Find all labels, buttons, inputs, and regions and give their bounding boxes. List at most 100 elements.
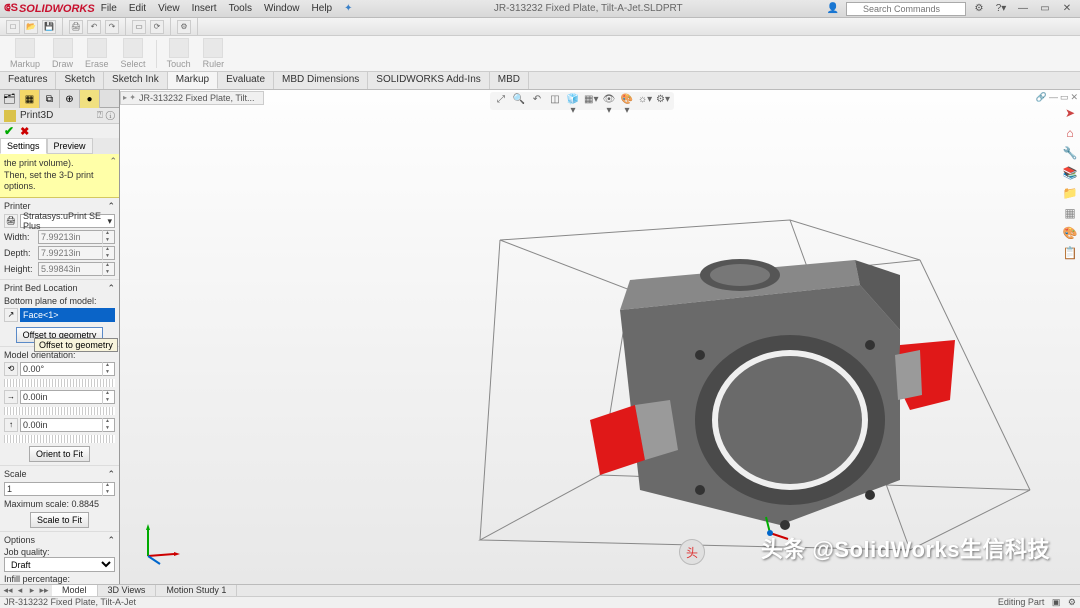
- display-style-icon[interactable]: ▦▾: [584, 94, 598, 108]
- height-input[interactable]: 5.99843in▲▼: [38, 262, 115, 276]
- design-lib-icon[interactable]: 📚: [1062, 166, 1078, 182]
- undo-icon[interactable]: ↶: [87, 20, 101, 34]
- zoom-fit-icon[interactable]: ⤢: [494, 94, 508, 108]
- rebuild-icon[interactable]: ⟳: [150, 20, 164, 34]
- ribbon-markup[interactable]: Markup: [6, 38, 44, 69]
- subtab-settings[interactable]: Settings: [0, 138, 47, 154]
- pm-tab-dimxpert-icon[interactable]: ⊕: [60, 90, 80, 108]
- menu-edit[interactable]: Edit: [129, 3, 146, 14]
- printer-select[interactable]: Stratasys:uPrint SE Plus▾: [20, 214, 115, 228]
- ribbon-ruler[interactable]: Ruler: [199, 38, 229, 69]
- tab-features[interactable]: Features: [0, 72, 56, 89]
- cancel-button[interactable]: ✖: [20, 125, 29, 138]
- ribbon-erase[interactable]: Erase: [81, 38, 113, 69]
- ok-button[interactable]: ✔: [4, 124, 14, 138]
- search-input[interactable]: [846, 2, 966, 16]
- open-icon[interactable]: 📂: [24, 20, 38, 34]
- ribbon-select[interactable]: Select: [117, 38, 150, 69]
- print-icon[interactable]: 🖨: [69, 20, 83, 34]
- angle-slider[interactable]: [4, 379, 115, 387]
- collapse-icon[interactable]: ⌃: [109, 156, 117, 168]
- menu-tools[interactable]: Tools: [229, 3, 252, 14]
- tab-3d-views[interactable]: 3D Views: [98, 585, 157, 596]
- menu-insert[interactable]: Insert: [192, 3, 217, 14]
- viewport[interactable]: JR-313232 Fixed Plate, Tilt... ⤢ 🔍 ↶ ◫ 🧊…: [120, 90, 1080, 584]
- ribbon-touch[interactable]: Touch: [163, 38, 195, 69]
- dist2-slider[interactable]: [4, 435, 115, 443]
- face-select-icon[interactable]: ↗: [4, 308, 18, 322]
- tab-model[interactable]: Model: [52, 585, 98, 596]
- vp-min-icon[interactable]: —: [1049, 92, 1058, 103]
- arrow-icon[interactable]: ➤: [1062, 106, 1078, 122]
- subtab-preview[interactable]: Preview: [47, 138, 93, 154]
- scale-input[interactable]: 1▲▼: [4, 482, 115, 496]
- appearances-icon[interactable]: 🎨: [1062, 226, 1078, 242]
- tab-sketch-ink[interactable]: Sketch Ink: [104, 72, 168, 89]
- maximize-icon[interactable]: ▭: [1036, 3, 1054, 14]
- dist1-input[interactable]: 0.00in▲▼: [20, 390, 115, 404]
- scale-fit-button[interactable]: Scale to Fit: [30, 512, 89, 528]
- cursor-tooltip: Offset to geometry: [34, 338, 118, 352]
- new-icon[interactable]: □: [6, 20, 20, 34]
- vp-max-icon[interactable]: ▭: [1060, 92, 1069, 103]
- section-options[interactable]: Options⌃: [4, 534, 115, 547]
- vp-link-icon[interactable]: 🔗: [1036, 92, 1047, 103]
- doc-tab[interactable]: JR-313232 Fixed Plate, Tilt...: [120, 91, 264, 105]
- menu-star-icon[interactable]: ✦: [344, 3, 352, 14]
- hide-show-icon[interactable]: 👁▾: [602, 94, 616, 108]
- tab-addins[interactable]: SOLIDWORKS Add-Ins: [368, 72, 489, 89]
- dist2-input[interactable]: 0.00in▲▼: [20, 418, 115, 432]
- select-icon[interactable]: ▭: [132, 20, 146, 34]
- pm-help-icon[interactable]: ⍰ ⓘ: [97, 110, 115, 121]
- section-bed-location[interactable]: Print Bed Location⌃: [4, 282, 115, 295]
- close-icon[interactable]: ✕: [1058, 3, 1076, 14]
- tab-nav-arrows[interactable]: ◂◂◂▸▸▸: [0, 585, 52, 596]
- menu-view[interactable]: View: [158, 3, 180, 14]
- menu-window[interactable]: Window: [264, 3, 300, 14]
- tab-sketch[interactable]: Sketch: [56, 72, 104, 89]
- pm-tab-appearance-icon[interactable]: ●: [80, 90, 100, 108]
- section-view-icon[interactable]: ◫: [548, 94, 562, 108]
- depth-input[interactable]: 7.99213in▲▼: [38, 246, 115, 260]
- tab-markup[interactable]: Markup: [168, 72, 218, 89]
- pm-tab-property-icon[interactable]: ▦: [20, 90, 40, 108]
- settings-icon[interactable]: ⚙: [177, 20, 191, 34]
- dist1-slider[interactable]: [4, 407, 115, 415]
- search-commands[interactable]: [846, 2, 966, 16]
- ribbon-draw[interactable]: Draw: [48, 38, 77, 69]
- apply-scene-icon[interactable]: ☼▾: [638, 94, 652, 108]
- edit-appearance-icon[interactable]: 🎨▾: [620, 94, 634, 108]
- quick-access-toolbar: □ 📂 💾 🖨 ↶ ↷ ▭ ⟳ ⚙: [0, 18, 1080, 36]
- home-icon[interactable]: ⌂: [1062, 126, 1078, 142]
- view-settings-icon[interactable]: ⚙▾: [656, 94, 670, 108]
- tab-mbd-dimensions[interactable]: MBD Dimensions: [274, 72, 368, 89]
- bed-face-input[interactable]: Face<1>: [20, 308, 115, 322]
- pm-tab-feature-tree-icon[interactable]: 🗂: [0, 90, 20, 108]
- prev-view-icon[interactable]: ↶: [530, 94, 544, 108]
- vp-close-icon[interactable]: ✕: [1070, 92, 1078, 103]
- redo-icon[interactable]: ↷: [105, 20, 119, 34]
- menu-file[interactable]: File: [101, 3, 117, 14]
- file-explorer-icon[interactable]: 📁: [1062, 186, 1078, 202]
- tab-evaluate[interactable]: Evaluate: [218, 72, 274, 89]
- section-scale[interactable]: Scale⌃: [4, 468, 115, 481]
- pm-tab-config-icon[interactable]: ⧉: [40, 90, 60, 108]
- resources-icon[interactable]: 🔧: [1062, 146, 1078, 162]
- angle-input[interactable]: 0.00°▲▼: [20, 362, 115, 376]
- tab-mbd[interactable]: MBD: [490, 72, 529, 89]
- view-palette-icon[interactable]: ▦: [1062, 206, 1078, 222]
- minimize-icon[interactable]: —: [1014, 3, 1032, 14]
- orient-fit-button[interactable]: Orient to Fit: [29, 446, 90, 462]
- menu-help[interactable]: Help: [312, 3, 333, 14]
- view-orient-icon[interactable]: 🧊▾: [566, 94, 580, 108]
- options-icon[interactable]: ⚙: [970, 3, 988, 14]
- login-icon[interactable]: 👤: [824, 3, 842, 14]
- help-icon[interactable]: ?▾: [992, 3, 1010, 14]
- quality-select[interactable]: Draft: [4, 557, 115, 572]
- zoom-area-icon[interactable]: 🔍: [512, 94, 526, 108]
- save-icon[interactable]: 💾: [42, 20, 56, 34]
- view-triad[interactable]: [140, 524, 180, 564]
- custom-props-icon[interactable]: 📋: [1062, 246, 1078, 262]
- tab-motion-study[interactable]: Motion Study 1: [156, 585, 237, 596]
- width-input[interactable]: 7.99213in▲▼: [38, 230, 115, 244]
